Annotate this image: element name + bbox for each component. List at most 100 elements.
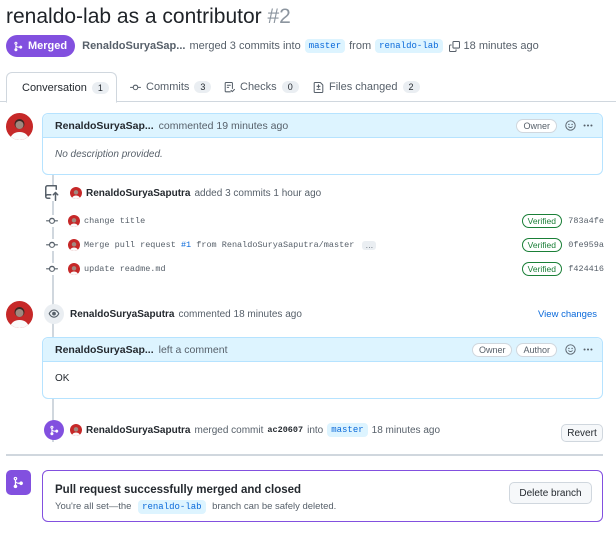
event-author[interactable]: RenaldoSuryaSaputra [86, 425, 190, 436]
tab-commits-count: 3 [194, 81, 212, 93]
merge-status-box: Pull request successfully merged and clo… [42, 470, 603, 522]
avatar[interactable] [68, 263, 80, 275]
pr-number: #2 [267, 5, 291, 28]
commit-icon [46, 239, 58, 251]
event-text: added 3 commits 1 hour ago [194, 187, 322, 199]
merge-commit-sha[interactable]: ac20607 [267, 425, 303, 435]
comment-action: left a comment [158, 343, 228, 356]
comment-body: OK [55, 373, 70, 384]
review-comment: RenaldoSuryaSap... left a comment Owner … [42, 337, 603, 399]
commit-icon [46, 263, 58, 275]
commit-row: update readme.md Verified f424416 [46, 261, 604, 277]
merge-status-prefix: You're all set—the [55, 501, 132, 512]
tab-checks[interactable]: Checks 0 [214, 72, 309, 102]
expand-message-button[interactable]: … [362, 240, 377, 250]
comment-header: RenaldoSuryaSap... commented 19 minutes … [43, 114, 602, 138]
merge-icon [49, 425, 58, 435]
pr-meta: Merged RenaldoSuryaSap... merged 3 commi… [6, 35, 539, 57]
repo-push-icon [44, 185, 60, 201]
smiley-icon[interactable] [565, 120, 576, 131]
tab-conversation-label: Conversation [22, 81, 87, 94]
comment-author[interactable]: RenaldoSuryaSap... [55, 120, 154, 132]
merge-icon [14, 41, 23, 51]
merge-event: RenaldoSuryaSaputra merged commit ac2060… [44, 420, 440, 440]
commit-message[interactable]: update readme.md [84, 264, 166, 274]
event-author[interactable]: RenaldoSuryaSaputra [86, 188, 190, 199]
base-branch[interactable]: master [304, 39, 346, 53]
tab-files-changed-label: Files changed [329, 81, 398, 93]
commit-row: Merge pull request #1 from RenaldoSuryaS… [46, 237, 604, 253]
pr-link[interactable]: #1 [181, 240, 191, 250]
comment-body: No description provided. [55, 149, 163, 160]
avatar[interactable] [70, 424, 82, 436]
tab-conversation[interactable]: Conversation 1 [6, 72, 117, 103]
avatar[interactable] [68, 215, 80, 227]
merge-status-title: Pull request successfully merged and clo… [55, 484, 302, 496]
from-text: from [349, 40, 372, 52]
merged-time: 18 minutes ago [463, 40, 539, 52]
avatar[interactable] [6, 301, 33, 328]
merge-icon [13, 476, 23, 489]
delete-branch-button[interactable]: Delete branch [509, 482, 592, 504]
author-badge: Author [516, 342, 557, 357]
into-text: into [307, 424, 324, 436]
comment-action: commented 19 minutes ago [158, 119, 289, 132]
commit-icon [130, 84, 141, 90]
checks-icon [224, 81, 235, 92]
review-event: RenaldoSuryaSaputra commented 18 minutes… [44, 304, 302, 324]
owner-badge: Owner [471, 342, 513, 357]
verified-badge[interactable]: Verified [521, 262, 562, 276]
copy-icon[interactable] [448, 40, 460, 52]
pr-title-text: renaldo-lab as a contributor [6, 5, 262, 28]
commit-sha[interactable]: f424416 [568, 264, 604, 274]
tab-files-changed-count: 2 [402, 81, 420, 93]
kebab-menu-icon[interactable] [582, 344, 594, 355]
avatar[interactable] [70, 187, 82, 199]
commits-event: RenaldoSuryaSaputra added 3 commits 1 ho… [44, 185, 321, 201]
event-text: commented 18 minutes ago [178, 308, 302, 320]
head-branch[interactable]: renaldo-lab [375, 39, 443, 53]
eye-icon [48, 309, 60, 318]
kebab-menu-icon[interactable] [582, 120, 594, 131]
file-diff-icon [313, 81, 324, 93]
timeline-divider [6, 454, 603, 456]
pr-author-link[interactable]: RenaldoSuryaSap... [82, 40, 185, 52]
view-changes-link[interactable]: View changes [538, 309, 597, 320]
tab-checks-label: Checks [240, 81, 277, 93]
merged-text: merged 3 commits into [189, 40, 301, 52]
smiley-icon[interactable] [565, 344, 576, 355]
merge-status-subtitle: You're all set—the renaldo-lab branch ca… [55, 500, 337, 514]
comment-author[interactable]: RenaldoSuryaSap... [55, 344, 154, 356]
tab-commits-label: Commits [146, 81, 190, 93]
revert-button[interactable]: Revert [561, 424, 603, 442]
merge-status-suffix: branch can be safely deleted. [212, 501, 337, 512]
verified-badge[interactable]: Verified [521, 238, 562, 252]
verified-badge[interactable]: Verified [521, 214, 562, 228]
commit-sha[interactable]: 0fe959a [568, 240, 604, 250]
commit-message-prefix: Merge pull request [84, 240, 176, 250]
commit-sha[interactable]: 783a4fe [568, 216, 604, 226]
tab-files-changed[interactable]: Files changed 2 [303, 72, 430, 102]
merge-time: 18 minutes ago [371, 424, 441, 436]
deletable-branch[interactable]: renaldo-lab [138, 500, 206, 514]
commit-icon [46, 215, 58, 227]
event-author[interactable]: RenaldoSuryaSaputra [70, 309, 174, 320]
eye-icon-wrap [44, 304, 64, 324]
commit-message-suffix: from RenaldoSuryaSaputra/master [196, 240, 355, 250]
merged-state-badge: Merged [6, 35, 76, 57]
tab-commits[interactable]: Commits 3 [120, 72, 221, 102]
merged-state-label: Merged [28, 40, 68, 52]
pr-tabs: Conversation 1 Commits 3 Checks 0 Files … [0, 72, 616, 103]
tab-checks-count: 0 [281, 81, 299, 93]
avatar[interactable] [68, 239, 80, 251]
pr-title: renaldo-lab as a contributor #2 [6, 5, 291, 29]
avatar[interactable] [6, 113, 33, 140]
merge-target-branch[interactable]: master [327, 423, 368, 437]
commit-row: change title Verified 783a4fe [46, 213, 604, 229]
commit-message[interactable]: Merge pull request #1 from RenaldoSuryaS… [84, 240, 354, 250]
merge-icon-wrap [44, 420, 64, 440]
commit-message[interactable]: change title [84, 216, 145, 226]
merged-status-icon [6, 470, 31, 495]
tab-conversation-count: 1 [91, 81, 109, 94]
owner-badge: Owner [516, 118, 557, 133]
